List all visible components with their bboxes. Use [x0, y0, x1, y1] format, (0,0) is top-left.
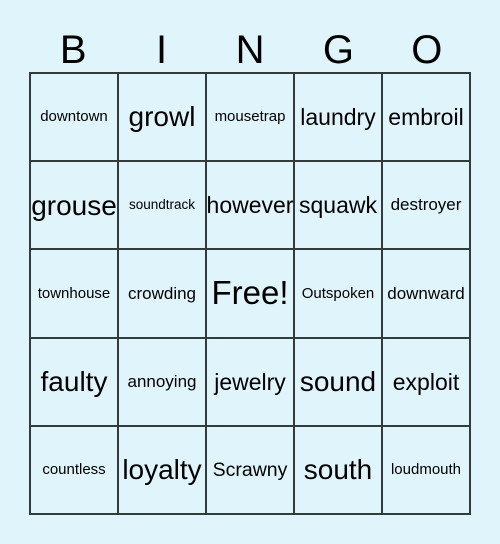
bingo-cell-label: sound — [299, 366, 377, 397]
bingo-cell-i4[interactable]: annoying — [119, 338, 207, 427]
bingo-cell-b1[interactable]: downtown — [31, 74, 119, 163]
bingo-cell-n2[interactable]: however — [207, 162, 295, 251]
bingo-cell-label: jewelry — [214, 368, 286, 395]
bingo-cell-label: grouse — [31, 189, 117, 221]
bingo-cell-b5[interactable]: countless — [31, 426, 119, 515]
bingo-cell-label: Scrawny — [212, 458, 288, 481]
bingo-cell-i3[interactable]: crowding — [119, 250, 207, 339]
bingo-cell-g1[interactable]: laundry — [295, 74, 383, 163]
bingo-cell-label: squawk — [299, 192, 377, 219]
bingo-cell-label: loudmouth — [390, 461, 462, 479]
free-space-label: Free! — [211, 274, 289, 312]
bingo-cell-o1[interactable]: embroil — [383, 74, 471, 163]
bingo-cell-i1[interactable]: growl — [119, 74, 207, 163]
bingo-cell-label: countless — [42, 461, 106, 479]
bingo-cell-o5[interactable]: loudmouth — [383, 426, 471, 515]
bingo-cell-label: growl — [128, 101, 196, 133]
bingo-cell-b4[interactable]: faulty — [31, 338, 119, 427]
bingo-cell-label: loyalty — [122, 454, 202, 486]
bingo-cell-n5[interactable]: Scrawny — [207, 426, 295, 515]
bingo-cell-label: south — [303, 454, 373, 486]
bingo-header: B I N G O — [29, 20, 471, 72]
bingo-cell-i2[interactable]: soundtrack — [119, 162, 207, 251]
bingo-cell-label: laundry — [300, 104, 376, 131]
bingo-cell-label: faulty — [40, 366, 108, 397]
bingo-cell-o4[interactable]: exploit — [383, 338, 471, 427]
bingo-cell-g2[interactable]: squawk — [295, 162, 383, 251]
bingo-cell-g4[interactable]: sound — [295, 338, 383, 427]
bingo-cell-n1[interactable]: mousetrap — [207, 74, 295, 163]
bingo-grid: downtown growl mousetrap laundry embroil… — [29, 72, 471, 515]
header-letter-i: I — [156, 28, 168, 72]
bingo-cell-label: soundtrack — [128, 197, 196, 213]
bingo-cell-label: crowding — [127, 283, 197, 303]
bingo-cell-label: however — [207, 192, 294, 219]
bingo-cell-n4[interactable]: jewelry — [207, 338, 295, 427]
bingo-cell-label: downward — [387, 283, 465, 303]
bingo-cell-label: Outspoken — [301, 284, 375, 302]
bingo-cell-label: destroyer — [390, 195, 462, 215]
bingo-cell-label: exploit — [392, 368, 460, 395]
header-letter-o: O — [411, 28, 443, 72]
bingo-cell-i5[interactable]: loyalty — [119, 426, 207, 515]
bingo-cell-o3[interactable]: downward — [383, 250, 471, 339]
bingo-cell-b2[interactable]: grouse — [31, 162, 119, 251]
bingo-cell-g5[interactable]: south — [295, 426, 383, 515]
bingo-cell-b3[interactable]: townhouse — [31, 250, 119, 339]
bingo-cell-label: embroil — [388, 104, 464, 131]
bingo-cell-label: townhouse — [37, 284, 111, 302]
bingo-cell-label: mousetrap — [214, 108, 286, 126]
bingo-cell-g3[interactable]: Outspoken — [295, 250, 383, 339]
bingo-card: B I N G O downtown growl mousetrap laund… — [0, 0, 500, 544]
bingo-cell-label: downtown — [40, 108, 108, 126]
header-letter-b: B — [59, 28, 87, 72]
bingo-cell-free-space[interactable]: Free! — [207, 250, 295, 339]
header-letter-n: N — [235, 28, 265, 72]
bingo-cell-o2[interactable]: destroyer — [383, 162, 471, 251]
bingo-cell-label: annoying — [127, 371, 197, 391]
header-letter-g: G — [322, 28, 354, 72]
